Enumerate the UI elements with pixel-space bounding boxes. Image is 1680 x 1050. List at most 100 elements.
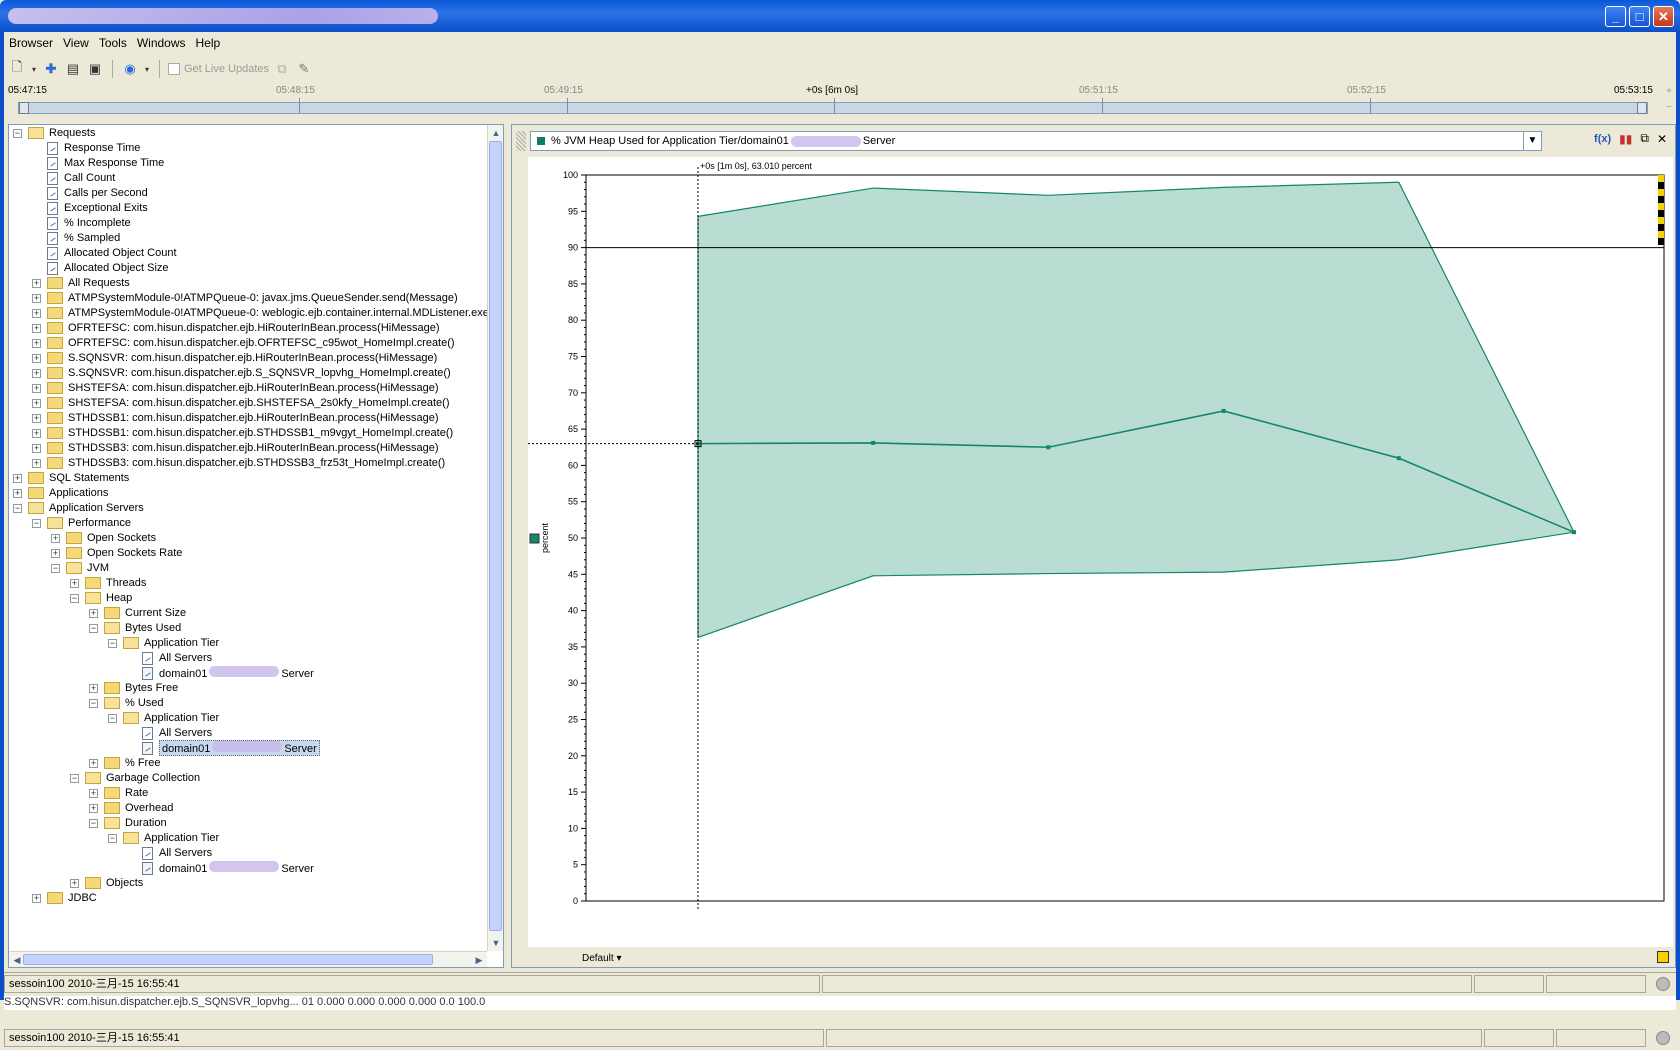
tree-metric-node[interactable]: domain01 Server bbox=[127, 665, 314, 681]
collapse-icon[interactable]: − bbox=[70, 773, 79, 783]
expand-icon[interactable]: + bbox=[32, 323, 41, 333]
collapse-icon[interactable]: − bbox=[13, 128, 22, 138]
tree-folder-node[interactable]: + Objects bbox=[70, 875, 143, 891]
tree-folder-node[interactable]: + SQL Statements bbox=[13, 470, 129, 486]
tree-folder-node[interactable]: − % Used bbox=[89, 695, 164, 711]
tree-folder-node[interactable]: + Applications bbox=[13, 485, 108, 501]
tree-metric-node[interactable]: Max Response Time bbox=[32, 155, 164, 171]
collapse-icon[interactable]: − bbox=[89, 623, 98, 633]
expand-icon[interactable]: + bbox=[89, 608, 98, 618]
zoom-in-icon[interactable]: + bbox=[1666, 86, 1672, 97]
function-icon[interactable]: f(x) bbox=[1594, 133, 1611, 145]
tree-folder-node[interactable]: + Threads bbox=[70, 575, 146, 591]
tree-folder-node[interactable]: + STHDSSB1: com.hisun.dispatcher.ejb.STHD… bbox=[32, 425, 453, 441]
scroll-down-icon[interactable]: ▼ bbox=[488, 935, 503, 951]
tree-folder-node[interactable]: − Application Servers bbox=[13, 500, 144, 516]
collapse-icon[interactable]: − bbox=[32, 518, 41, 528]
tree-metric-node[interactable]: % Sampled bbox=[32, 230, 120, 246]
tree-metric-node[interactable]: Response Time bbox=[32, 140, 140, 156]
live-updates-checkbox[interactable] bbox=[168, 63, 180, 75]
expand-icon[interactable]: + bbox=[32, 458, 41, 468]
tree-metric-node[interactable]: domain01 Server bbox=[127, 860, 314, 876]
tree-folder-node[interactable]: − Duration bbox=[89, 815, 167, 831]
tree-folder-node[interactable]: + ATMPSystemModule-0!ATMPQueue-0: javax.j… bbox=[32, 290, 458, 306]
expand-icon[interactable]: + bbox=[32, 293, 41, 303]
timeline-track[interactable] bbox=[18, 98, 1648, 114]
collapse-icon[interactable]: − bbox=[108, 833, 117, 843]
minimize-button[interactable]: _ bbox=[1605, 6, 1626, 27]
scroll-right-icon[interactable]: ▶ bbox=[471, 952, 487, 967]
metric-browser-icon[interactable]: ▤ bbox=[64, 60, 82, 78]
tree-folder-node[interactable]: + STHDSSB3: com.hisun.dispatcher.ejb.STHD… bbox=[32, 455, 445, 471]
tree-folder-node[interactable]: + JDBC bbox=[32, 890, 97, 906]
close-button[interactable]: ✕ bbox=[1653, 6, 1674, 27]
tree-folder-node[interactable]: − Application Tier bbox=[108, 710, 219, 726]
timeline-start-handle[interactable] bbox=[19, 102, 29, 114]
tree-folder-node[interactable]: + STHDSSB1: com.hisun.dispatcher.ejb.HiRo… bbox=[32, 410, 439, 426]
collapse-icon[interactable]: − bbox=[51, 563, 60, 573]
collapse-icon[interactable]: − bbox=[70, 593, 79, 603]
expand-icon[interactable]: + bbox=[32, 368, 41, 378]
tree-folder-node[interactable]: + Overhead bbox=[89, 800, 173, 816]
expand-icon[interactable]: + bbox=[13, 488, 22, 498]
chevron-down-icon[interactable]: ▼ bbox=[1523, 132, 1541, 150]
tree-metric-node[interactable]: Allocated Object Size bbox=[32, 260, 169, 276]
collapse-icon[interactable]: − bbox=[108, 713, 117, 723]
pause-icon[interactable]: ⧉ bbox=[273, 60, 291, 78]
drag-grip-icon[interactable] bbox=[516, 131, 526, 151]
tree-folder-node[interactable]: − Bytes Used bbox=[89, 620, 181, 636]
expand-icon[interactable]: + bbox=[32, 353, 41, 363]
expand-icon[interactable]: + bbox=[51, 533, 60, 543]
expand-icon[interactable]: + bbox=[32, 338, 41, 348]
tree-metric-node[interactable]: Calls per Second bbox=[32, 185, 148, 201]
tree-folder-node[interactable]: + STHDSSB3: com.hisun.dispatcher.ejb.HiRo… bbox=[32, 440, 439, 456]
tree-metric-node[interactable]: All Servers bbox=[127, 845, 212, 861]
tree-horizontal-scrollbar[interactable]: ◀ ▶ bbox=[9, 951, 487, 967]
live-updates-toggle[interactable]: Get Live Updates bbox=[168, 63, 269, 75]
tree-folder-node[interactable]: − JVM bbox=[51, 560, 109, 576]
tree-folder-node[interactable]: − Garbage Collection bbox=[70, 770, 200, 786]
dropdown-arrow-icon[interactable]: ▾ bbox=[30, 60, 38, 78]
menu-help[interactable]: Help bbox=[191, 36, 226, 50]
add-icon[interactable]: ✚ bbox=[42, 60, 60, 78]
expand-icon[interactable]: + bbox=[32, 398, 41, 408]
pin-icon[interactable]: ✎ bbox=[295, 60, 313, 78]
expand-icon[interactable]: + bbox=[32, 893, 41, 903]
tree-horizontal-thumb[interactable] bbox=[23, 954, 433, 965]
expand-icon[interactable]: + bbox=[32, 443, 41, 453]
maximize-button[interactable]: □ bbox=[1629, 6, 1650, 27]
default-dropdown[interactable]: Default ▾ bbox=[582, 953, 622, 964]
tree-folder-node[interactable]: − Requests bbox=[13, 125, 95, 141]
tree-metric-node[interactable]: % Incomplete bbox=[32, 215, 131, 231]
dropdown-arrow-icon[interactable]: ▾ bbox=[143, 60, 151, 78]
collapse-icon[interactable]: − bbox=[108, 638, 117, 648]
tree-metric-node[interactable]: Call Count bbox=[32, 170, 115, 186]
menu-windows[interactable]: Windows bbox=[132, 36, 191, 50]
tree-folder-node[interactable]: − Heap bbox=[70, 590, 132, 606]
scroll-up-icon[interactable]: ▲ bbox=[488, 125, 503, 141]
tree-metric-node[interactable]: Allocated Object Count bbox=[32, 245, 177, 261]
tree-folder-node[interactable]: + SHSTEFSA: com.hisun.dispatcher.ejb.HiRo… bbox=[32, 380, 439, 396]
menu-tools[interactable]: Tools bbox=[94, 36, 132, 50]
tree-vertical-thumb[interactable] bbox=[489, 141, 502, 931]
collapse-icon[interactable]: − bbox=[89, 698, 98, 708]
properties-icon[interactable]: ▣ bbox=[86, 60, 104, 78]
tree-folder-node[interactable]: + OFRTEFSC: com.hisun.dispatcher.ejb.OFRT… bbox=[32, 335, 455, 351]
close-graph-icon[interactable]: ✕ bbox=[1657, 132, 1667, 146]
menu-browser[interactable]: Browser bbox=[4, 36, 58, 50]
tree-folder-node[interactable]: + All Requests bbox=[32, 275, 130, 291]
expand-icon[interactable]: + bbox=[32, 413, 41, 423]
restore-window-icon[interactable]: ⧉ bbox=[1640, 131, 1649, 146]
tree-metric-node[interactable]: All Servers bbox=[127, 725, 212, 741]
zoom-out-icon[interactable]: − bbox=[1666, 102, 1672, 113]
tree-folder-node[interactable]: − Performance bbox=[32, 515, 131, 531]
tree-folder-node[interactable]: + Bytes Free bbox=[89, 680, 178, 696]
tree-metric-node[interactable]: domain01 Server bbox=[127, 740, 320, 756]
tree-metric-node[interactable]: All Servers bbox=[127, 650, 212, 666]
collapse-icon[interactable]: − bbox=[13, 503, 22, 513]
expand-icon[interactable]: + bbox=[51, 548, 60, 558]
tree-metric-node[interactable]: Exceptional Exits bbox=[32, 200, 148, 216]
tree-folder-node[interactable]: + OFRTEFSC: com.hisun.dispatcher.ejb.HiRo… bbox=[32, 320, 440, 336]
expand-icon[interactable]: + bbox=[89, 788, 98, 798]
tree-folder-node[interactable]: − Application Tier bbox=[108, 635, 219, 651]
